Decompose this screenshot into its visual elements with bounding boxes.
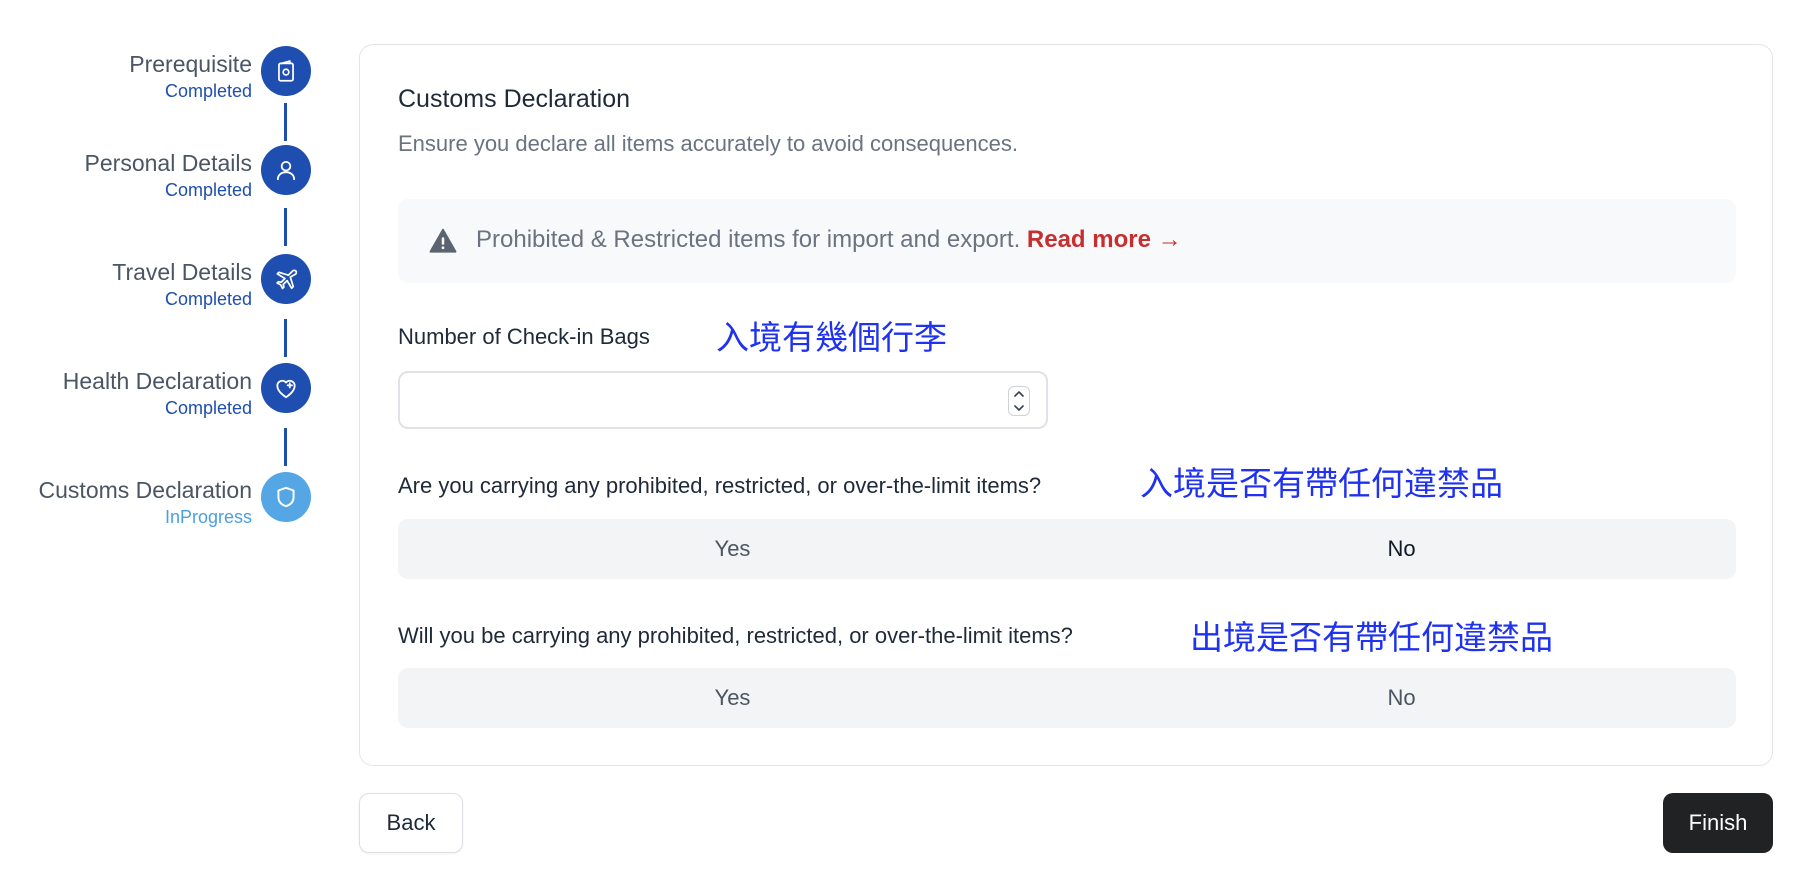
import-no-option[interactable]: No: [1067, 519, 1736, 579]
chevron-up-icon: [1014, 391, 1024, 397]
export-no-option[interactable]: No: [1067, 668, 1736, 728]
bags-input[interactable]: [400, 373, 1046, 427]
step-personal-details[interactable]: Personal Details Completed: [0, 139, 318, 200]
step-travel-details[interactable]: Travel Details Completed: [0, 248, 318, 309]
import-yes-option[interactable]: Yes: [398, 519, 1067, 579]
step-status: Completed: [164, 81, 252, 101]
increment-button[interactable]: [1009, 387, 1029, 401]
alert-message: Prohibited & Restricted items for import…: [476, 226, 1021, 253]
decrement-button[interactable]: [1009, 401, 1029, 415]
warning-icon: [429, 228, 457, 253]
step-title: Personal Details: [84, 150, 252, 176]
shield-icon: [261, 472, 311, 522]
back-button[interactable]: Back: [359, 793, 463, 853]
step-connector: [284, 208, 287, 246]
step-title: Travel Details: [112, 259, 252, 285]
bags-annotation: 入境有幾個行李: [716, 318, 947, 357]
step-title: Prerequisite: [129, 51, 252, 77]
export-yes-option[interactable]: Yes: [398, 668, 1067, 728]
form-description: Ensure you declare all items accurately …: [398, 131, 1019, 156]
bags-number-field: [398, 371, 1048, 429]
chevron-down-icon: [1014, 405, 1024, 411]
import-items-toggle: Yes No: [398, 519, 1736, 579]
import-items-question: Are you carrying any prohibited, restric…: [398, 473, 1042, 498]
prohibited-items-alert: Prohibited & Restricted items for import…: [398, 199, 1736, 283]
step-title: Health Declaration: [62, 368, 252, 394]
passport-icon: [261, 46, 311, 96]
finish-button[interactable]: Finish: [1663, 793, 1773, 853]
airplane-icon: [261, 254, 311, 304]
user-icon: [261, 145, 311, 195]
read-more-link[interactable]: Read more →: [1027, 226, 1182, 253]
step-status: Completed: [164, 289, 252, 309]
bags-label: Number of Check-in Bags: [398, 324, 650, 349]
step-title: Customs Declaration: [38, 477, 252, 503]
step-health-declaration[interactable]: Health Declaration Completed: [0, 357, 318, 418]
step-status: InProgress: [164, 507, 252, 527]
step-status: Completed: [164, 398, 252, 418]
progress-stepper: Prerequisite Completed Personal Details …: [0, 0, 330, 888]
step-connector: [284, 103, 287, 141]
step-prerequisite[interactable]: Prerequisite Completed: [0, 40, 318, 101]
step-connector: [284, 319, 287, 357]
step-connector: [284, 428, 287, 466]
import-items-annotation: 入境是否有帶任何違禁品: [1140, 464, 1503, 503]
step-status: Completed: [164, 180, 252, 200]
heart-plus-icon: [261, 363, 311, 413]
form-title: Customs Declaration: [398, 85, 631, 113]
export-items-toggle: Yes No: [398, 668, 1736, 728]
quantity-stepper: [1008, 386, 1030, 416]
step-customs-declaration[interactable]: Customs Declaration InProgress: [0, 466, 318, 527]
export-items-question: Will you be carrying any prohibited, res…: [398, 623, 1073, 648]
export-items-annotation: 出境是否有帶任何違禁品: [1190, 618, 1553, 657]
customs-form-card: Customs Declaration Ensure you declare a…: [359, 44, 1773, 766]
